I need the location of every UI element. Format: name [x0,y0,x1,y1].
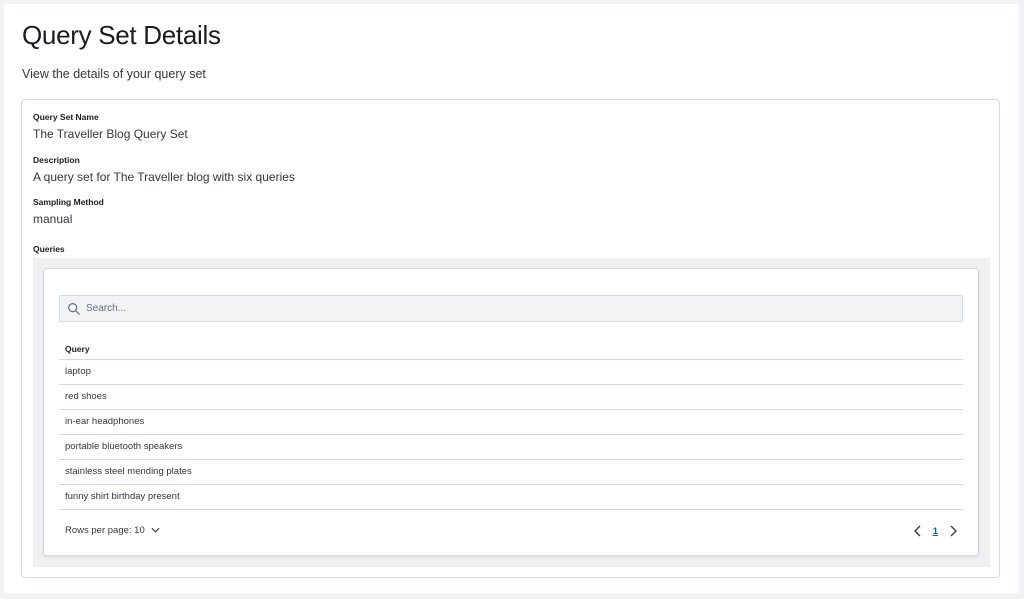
queries-label: Queries [33,244,65,254]
chevron-left-icon[interactable] [913,525,923,537]
table-row: in-ear headphones [59,410,963,435]
table-row: laptop [59,360,963,385]
queries-table-card: Query laptop red shoes in-ear headphones… [43,268,979,556]
description-label: Description [33,155,80,165]
search-icon [68,303,80,315]
column-header-query[interactable]: Query [59,339,963,360]
details-panel: Query Set Name The Traveller Blog Query … [21,99,1000,578]
search-input[interactable] [86,296,956,321]
chevron-down-icon [151,528,160,534]
page: Query Set Details View the details of yo… [4,4,1019,593]
table-row: stainless steel mending plates [59,460,963,485]
pagination: 1 [913,522,958,540]
description-value: A query set for The Traveller blog with … [33,170,295,184]
query-set-name-value: The Traveller Blog Query Set [33,127,188,141]
queries-table: Query laptop red shoes in-ear headphones… [59,339,963,510]
page-title: Query Set Details [22,20,221,50]
rows-per-page-label: Rows per page: 10 [65,525,145,536]
query-set-name-label: Query Set Name [33,112,99,122]
page-number-button[interactable]: 1 [933,526,938,537]
rows-per-page-button[interactable]: Rows per page: 10 [65,525,160,536]
sampling-method-value: manual [33,212,73,226]
chevron-right-icon[interactable] [948,525,958,537]
queries-section: Query laptop red shoes in-ear headphones… [33,258,990,567]
table-row: portable bluetooth speakers [59,435,963,460]
page-subtitle: View the details of your query set [22,67,206,81]
search-box[interactable] [59,295,963,322]
table-row: red shoes [59,385,963,410]
sampling-method-label: Sampling Method [33,197,104,207]
table-row: funny shirt birthday present [59,485,963,510]
